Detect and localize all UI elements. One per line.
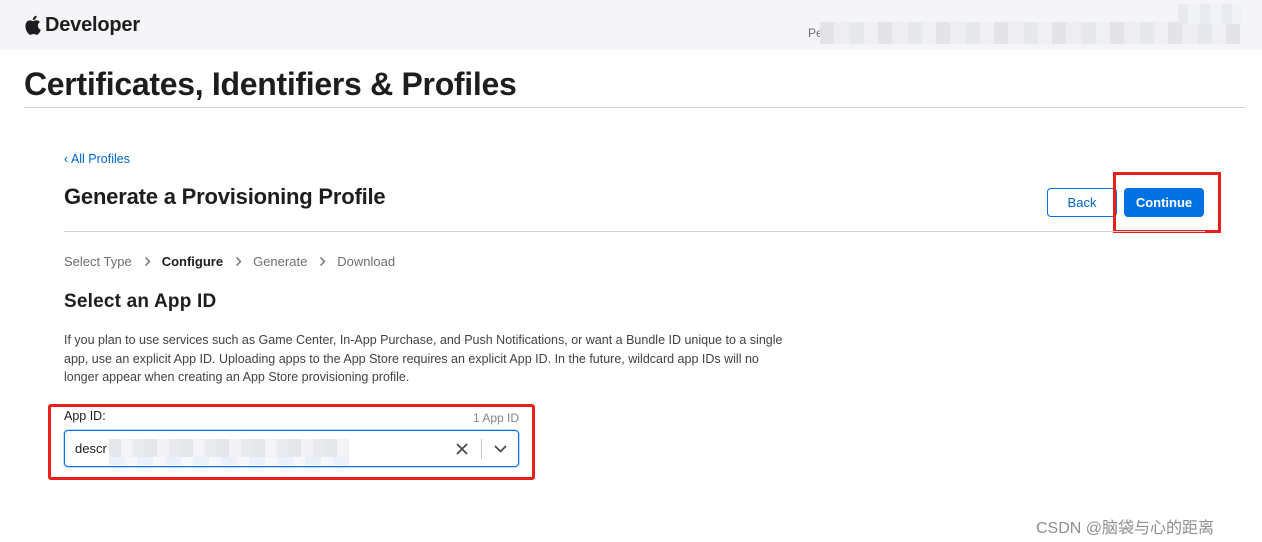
content-divider xyxy=(64,231,1205,232)
chevron-right-icon xyxy=(144,255,151,270)
app-id-selected-value: descr xyxy=(75,441,107,456)
global-header: Developer Pe xyxy=(0,0,1262,50)
page-title: Certificates, Identifiers & Profiles xyxy=(24,66,517,102)
all-profiles-link[interactable]: ‹ All Profiles xyxy=(64,152,130,166)
title-divider xyxy=(24,107,1245,108)
developer-brand[interactable]: Developer xyxy=(24,12,140,38)
redacted-account-info-top xyxy=(1178,4,1242,24)
step-generate: Generate xyxy=(253,254,308,269)
chevron-down-icon[interactable] xyxy=(490,440,510,458)
chevron-right-icon xyxy=(319,255,326,270)
subsection-title: Select an App ID xyxy=(64,291,217,312)
step-configure: Configure xyxy=(161,254,224,269)
step-download: Download xyxy=(337,254,396,269)
app-id-label: App ID: xyxy=(64,409,106,423)
page: Developer Pe Certificates, Identifiers &… xyxy=(0,0,1262,542)
chevron-right-icon xyxy=(235,255,242,270)
redacted-app-id-underlay xyxy=(109,457,349,465)
step-indicator: Select Type Configure Generate Download xyxy=(64,254,395,269)
app-id-description: If you plan to use services such as Game… xyxy=(64,333,783,384)
brand-label: Developer xyxy=(45,13,140,36)
section-title: Generate a Provisioning Profile xyxy=(64,184,386,209)
csdn-watermark: CSDN @脑袋与心的距离 xyxy=(1036,520,1215,537)
app-id-count: 1 App ID xyxy=(472,411,519,425)
step-select-type: Select Type xyxy=(64,254,132,269)
redacted-account-info xyxy=(820,22,1240,44)
continue-button[interactable]: Continue xyxy=(1124,188,1204,217)
back-button[interactable]: Back xyxy=(1047,188,1117,217)
apple-logo-icon xyxy=(24,15,41,35)
redacted-app-id xyxy=(109,439,349,459)
close-icon[interactable] xyxy=(453,440,471,458)
app-id-select[interactable]: descr xyxy=(64,430,519,467)
select-divider xyxy=(481,439,482,459)
